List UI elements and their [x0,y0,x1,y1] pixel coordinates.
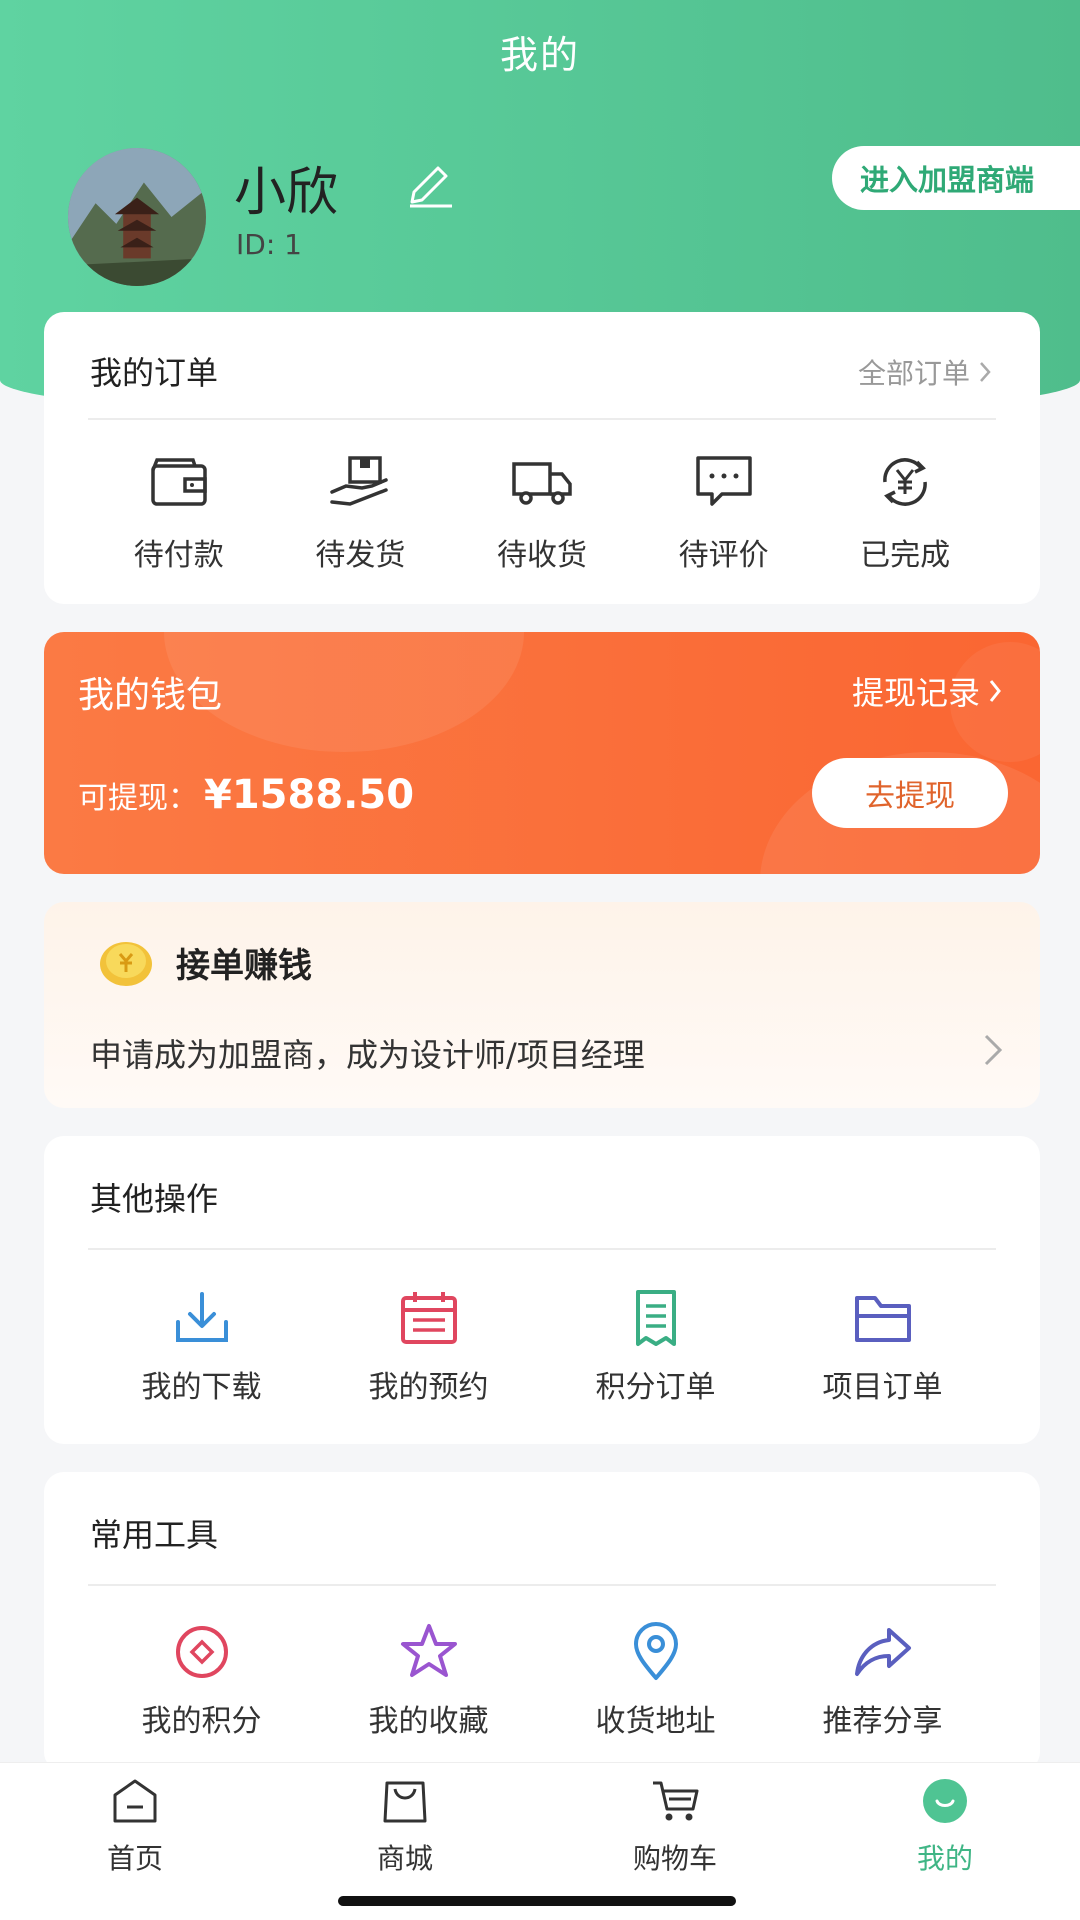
order-pending-payment[interactable]: 待付款 [88,452,270,574]
recommend-share-label: 推荐分享 [822,1704,943,1739]
points-icon [175,1626,228,1678]
avatar[interactable] [68,148,206,286]
download-icon [175,1292,228,1342]
withdraw-button-label: 去提现 [865,779,955,814]
my-points[interactable]: 我的积分 [88,1622,315,1740]
avatar-image [68,148,206,286]
withdraw-button[interactable]: 去提现 [812,758,1008,828]
common-tools-title: 常用工具 [90,1516,219,1554]
orders-title: 我的订单 [90,354,219,392]
order-completed[interactable]: 已完成 [814,452,996,574]
other-operations-card: 其他操作 我的下载 我的预约 积分订单 项目订单 [44,1136,1040,1444]
package-hand-icon [330,456,389,506]
withdraw-record-link[interactable]: 提现记录 [852,668,1002,714]
all-orders-link[interactable]: 全部订单 [858,352,992,392]
order-pending-review-label: 待评价 [678,538,769,573]
coin-icon [100,942,152,986]
order-completed-label: 已完成 [860,538,951,573]
wallet-title: 我的钱包 [78,675,223,716]
withdraw-record-label: 提现记录 [851,674,980,712]
order-pending-review[interactable]: 待评价 [633,452,815,574]
tab-mine[interactable]: 我的 [810,1763,1080,1920]
chevron-right-icon [989,680,1001,702]
enter-merchant-button[interactable]: 进入加盟商端 [832,146,1080,210]
earn-banner[interactable]: 接单赚钱 申请成为加盟商，成为设计师/项目经理 [44,902,1040,1108]
smile-icon [923,1779,967,1823]
shipping-address[interactable]: 收货地址 [542,1622,769,1740]
points-orders[interactable]: 积分订单 [542,1288,769,1406]
yuan-refresh-icon [883,458,927,506]
recommend-share[interactable]: 推荐分享 [769,1622,996,1740]
home-indicator [338,1896,736,1906]
enter-merchant-label: 进入加盟商端 [860,163,1035,197]
available-amount: ¥1588.50 [204,772,415,818]
wallet-card: 我的钱包 提现记录 可提现： ¥1588.50 去提现 [44,632,1040,874]
receipt-icon [635,1290,676,1346]
shipping-address-label: 收货地址 [595,1704,716,1739]
my-appointments[interactable]: 我的预约 [315,1288,542,1406]
order-pending-shipment-label: 待发货 [315,538,406,573]
divider [88,1584,996,1586]
points-orders-label: 积分订单 [595,1370,716,1405]
order-pending-receipt[interactable]: 待收货 [451,452,633,574]
project-orders-label: 项目订单 [822,1370,943,1405]
available-balance: 可提现： ¥1588.50 [78,772,414,818]
my-downloads[interactable]: 我的下载 [88,1288,315,1406]
divider [88,1248,996,1250]
location-icon [633,1622,678,1680]
tab-home-label: 首页 [106,1842,163,1875]
my-favorites-label: 我的收藏 [368,1704,489,1739]
order-pending-receipt-label: 待收货 [496,538,587,573]
wallet-icon [151,458,207,506]
orders-card: 我的订单 全部订单 待付款 待发货 待收货 待评价 已完成 [44,312,1040,604]
project-orders[interactable]: 项目订单 [769,1288,996,1406]
truck-icon [512,462,572,505]
divider [88,418,996,420]
calendar-icon [400,1292,457,1344]
page-title: 我的 [499,33,580,77]
chevron-right-icon [984,1034,1003,1066]
tab-cart-label: 购物车 [632,1842,717,1875]
my-appointments-label: 我的预约 [368,1370,489,1405]
chevron-right-icon [980,362,991,382]
my-favorites[interactable]: 我的收藏 [315,1622,542,1740]
tab-home[interactable]: 首页 [0,1763,270,1920]
other-operations-title: 其他操作 [90,1180,219,1218]
my-downloads-label: 我的下载 [141,1370,262,1405]
earn-title: 接单赚钱 [176,946,312,986]
comment-icon [695,456,752,506]
common-tools-card: 常用工具 我的积分 我的收藏 收货地址 推荐分享 [44,1472,1040,1772]
shop-bag-icon [383,1781,427,1823]
tab-mine-label: 我的 [916,1842,973,1875]
tab-shop-label: 商城 [376,1842,433,1875]
star-icon [400,1624,457,1677]
home-icon [113,1779,157,1823]
available-label: 可提现： [78,781,198,816]
share-icon [854,1628,911,1676]
all-orders-label: 全部订单 [857,357,970,390]
order-pending-shipment[interactable]: 待发货 [270,452,452,574]
my-points-label: 我的积分 [141,1704,262,1739]
user-id: ID: 1 [236,228,302,261]
folder-icon [854,1296,911,1342]
edit-icon[interactable] [400,158,460,208]
cart-icon [653,1781,699,1821]
user-name: 小欣 [234,163,339,223]
earn-description: 申请成为加盟商，成为设计师/项目经理 [90,1036,645,1074]
order-pending-payment-label: 待付款 [133,538,224,573]
